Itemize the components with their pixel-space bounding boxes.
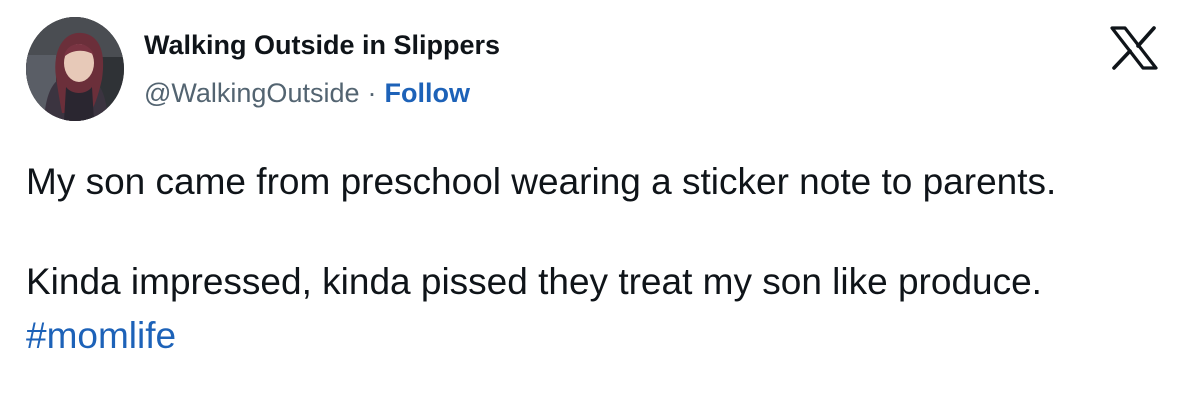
avatar[interactable] xyxy=(26,17,124,121)
x-logo-glyph xyxy=(1110,26,1158,70)
tweet-body: My son came from preschool wearing a sti… xyxy=(26,155,1146,363)
follow-button[interactable]: Follow xyxy=(385,78,470,108)
hashtag-link[interactable]: #momlife xyxy=(26,315,176,356)
author-display-name[interactable]: Walking Outside in Slippers xyxy=(144,30,500,61)
author-handle[interactable]: @WalkingOutside xyxy=(144,78,360,108)
tweet-paragraph-2-text: Kinda impressed, kinda pissed they treat… xyxy=(26,261,1042,302)
separator-dot: · xyxy=(367,78,377,108)
profile-photo xyxy=(26,17,124,121)
tweet-card: Walking Outside in Slippers @WalkingOuts… xyxy=(0,0,1186,420)
tweet-paragraph-2: Kinda impressed, kinda pissed they treat… xyxy=(26,255,1146,363)
tweet-paragraph-1: My son came from preschool wearing a sti… xyxy=(26,161,1057,202)
x-logo-icon[interactable] xyxy=(1110,26,1158,70)
author-handle-row: @WalkingOutside · Follow xyxy=(144,78,470,109)
